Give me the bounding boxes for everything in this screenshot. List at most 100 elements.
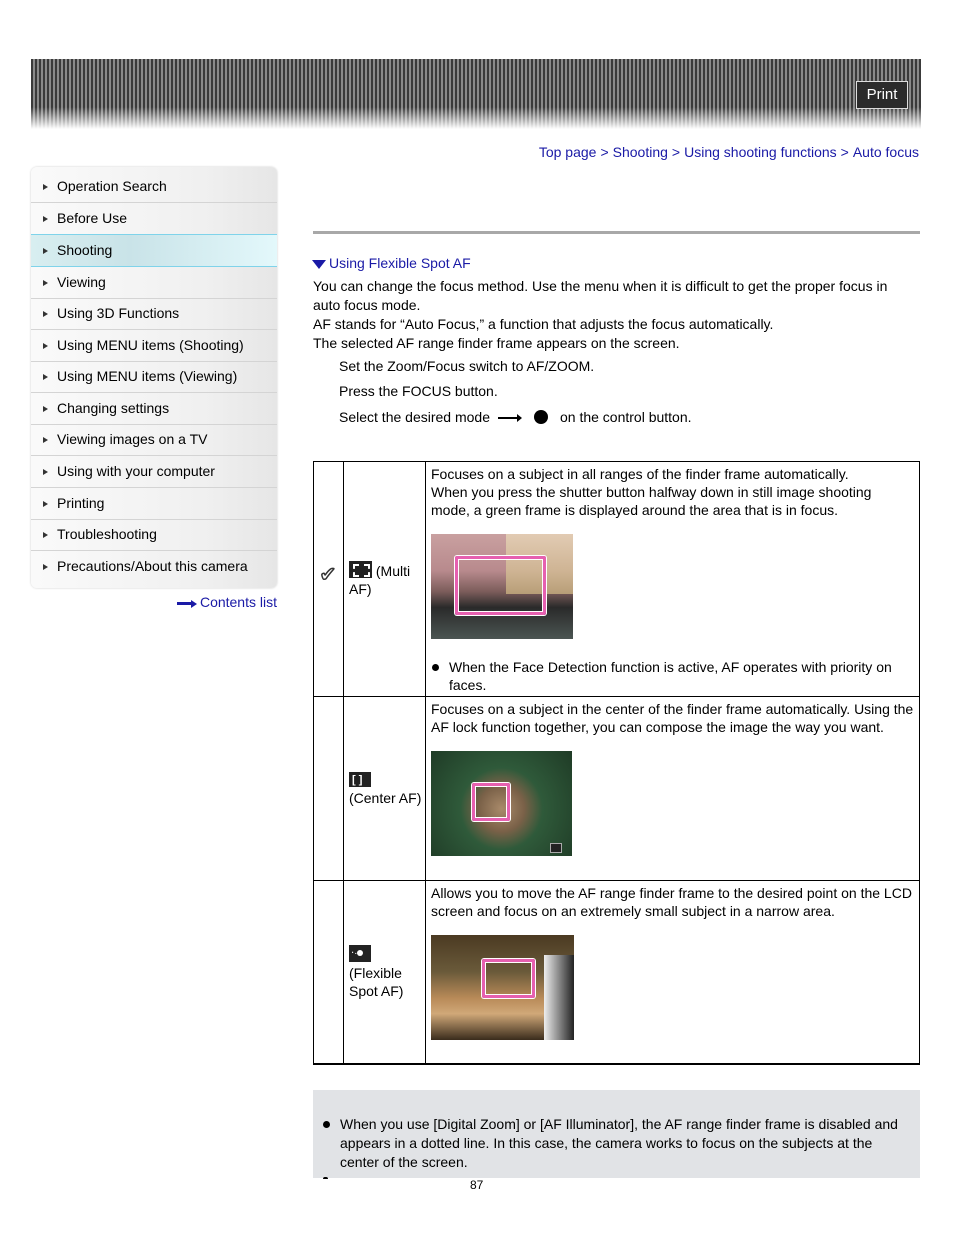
mode-description-cell: Focuses on a subject in all ranges of th…	[425, 461, 920, 697]
center-af-example-image	[431, 751, 572, 856]
mode-name: (Center AF)	[349, 789, 422, 806]
arrow-right-icon	[497, 414, 522, 423]
breadcrumb-using-shooting-functions[interactable]: Using shooting functions	[684, 144, 837, 160]
multi-af-icon	[349, 560, 372, 578]
triangle-right-icon	[43, 280, 48, 286]
intro-paragraph: The selected AF range finder frame appea…	[313, 335, 680, 351]
af-frame	[482, 959, 535, 998]
sidebar-item-label: Troubleshooting	[57, 526, 157, 542]
triangle-down-icon	[312, 260, 326, 269]
triangle-right-icon	[43, 469, 48, 475]
mode-name: (Flexible Spot AF)	[349, 964, 404, 999]
sidebar-item-changing-settings[interactable]: Changing settings	[31, 393, 277, 425]
triangle-right-icon	[43, 501, 48, 507]
mode-description-cell: Allows you to move the AF range finder f…	[425, 880, 920, 1065]
sidebar-item-3d-functions[interactable]: Using 3D Functions	[31, 298, 277, 330]
mode-name-cell: (Multi AF)	[343, 461, 426, 697]
control-button-center-icon	[533, 410, 548, 424]
breadcrumb-top-page[interactable]: Top page	[539, 144, 597, 160]
sidebar-item-label: Using with your computer	[57, 463, 215, 479]
section-link-label: Using Flexible Spot AF	[329, 255, 471, 271]
mode-name-cell: (Flexible Spot AF)	[343, 880, 426, 1065]
sidebar-item-label: Printing	[57, 495, 105, 511]
title-divider	[313, 231, 920, 234]
default-marker-cell	[313, 696, 344, 881]
flexible-spot-af-example-image	[431, 935, 574, 1040]
sidebar-item-label: Shooting	[57, 242, 113, 258]
sidebar-item-label: Viewing images on a TV	[57, 431, 208, 447]
sidebar-item-label: Changing settings	[57, 400, 170, 416]
sidebar-item-printing[interactable]: Printing	[31, 488, 277, 520]
sidebar-item-viewing[interactable]: Viewing	[31, 267, 277, 299]
focus-modes-table: (Multi AF) Focuses on a subject in all r…	[313, 461, 920, 1065]
mode-description: Allows you to move the AF range finder f…	[431, 885, 912, 919]
sidebar-item-menu-shooting[interactable]: Using MENU items (Shooting)	[31, 330, 277, 362]
sidebar-item-label: Viewing	[57, 274, 106, 290]
multi-af-example-image	[431, 534, 573, 639]
mode-description: Focuses on a subject in the center of th…	[431, 701, 914, 735]
notes-box: When you use [Digital Zoom] or [AF Illum…	[313, 1090, 920, 1179]
mode-name-cell: (Center AF)	[343, 696, 426, 881]
triangle-right-icon	[43, 374, 48, 380]
sidebar-item-shooting[interactable]: Shooting	[31, 234, 277, 267]
triangle-right-icon	[43, 216, 48, 222]
step-3: Select the desired mode on the control bu…	[339, 409, 692, 425]
sidebar-item-label: Before Use	[57, 210, 128, 226]
sidebar-item-troubleshooting[interactable]: Troubleshooting	[31, 519, 277, 551]
triangle-right-icon	[43, 564, 48, 570]
sidebar-item-operation-search[interactable]: Operation Search	[31, 171, 277, 203]
triangle-right-icon	[43, 248, 48, 254]
triangle-right-icon	[43, 184, 48, 190]
intro-paragraph: AF stands for “Auto Focus,” a function t…	[313, 316, 774, 332]
breadcrumb-separator: >	[840, 144, 849, 160]
triangle-right-icon	[43, 406, 48, 412]
table-row: (Multi AF) Focuses on a subject in all r…	[313, 461, 920, 697]
sidebar-nav: Operation Search Before Use Shooting Vie…	[31, 167, 277, 588]
sidebar-item-computer[interactable]: Using with your computer	[31, 456, 277, 488]
breadcrumb-auto-focus[interactable]: Auto focus	[853, 144, 919, 160]
sidebar-item-label: Precautions/About this camera	[57, 558, 248, 574]
sidebar-item-menu-viewing[interactable]: Using MENU items (Viewing)	[31, 361, 277, 393]
sidebar-item-precautions[interactable]: Precautions/About this camera	[31, 551, 277, 582]
arrow-right-icon	[176, 600, 197, 609]
mode-description-cell: Focuses on a subject in the center of th…	[425, 696, 920, 881]
sidebar-item-before-use[interactable]: Before Use	[31, 203, 277, 235]
header-banner	[31, 59, 921, 129]
intro-text: You can change the focus method. Use the…	[313, 277, 913, 353]
breadcrumb-separator: >	[671, 144, 681, 160]
mode-description: When you press the shutter button halfwa…	[431, 484, 872, 518]
checkmark-icon	[320, 566, 338, 584]
breadcrumb: Top page > Shooting > Using shooting functio…	[539, 144, 919, 160]
using-flexible-spot-af-link[interactable]: Using Flexible Spot AF	[312, 255, 471, 271]
step-3-text: Select the desired mode	[339, 409, 490, 425]
table-row: (Center AF) Focuses on a subject in the …	[313, 696, 920, 881]
triangle-right-icon	[43, 532, 48, 538]
mode-description: Focuses on a subject in all ranges of th…	[431, 466, 849, 482]
page-number: 87	[470, 1178, 484, 1192]
sidebar-item-label: Using MENU items (Shooting)	[57, 337, 244, 353]
sidebar-item-label: Operation Search	[57, 178, 167, 194]
print-button[interactable]: Print	[856, 81, 908, 109]
bullet-icon	[323, 1177, 328, 1179]
triangle-right-icon	[43, 343, 48, 349]
default-marker-cell	[313, 461, 344, 697]
note-item: When you use [Digital Zoom] or [AF Illum…	[323, 1115, 915, 1172]
af-frame	[455, 556, 546, 615]
sidebar-item-label: Using 3D Functions	[57, 305, 180, 321]
af-frame	[472, 783, 510, 821]
breadcrumb-separator: >	[600, 144, 609, 160]
default-marker-cell	[313, 880, 344, 1065]
flexible-spot-af-icon	[349, 944, 371, 963]
intro-paragraph: You can change the focus method. Use the…	[313, 278, 888, 313]
sidebar-item-label: Using MENU items (Viewing)	[57, 368, 238, 384]
contents-list-link[interactable]: Contents list	[176, 594, 277, 610]
sidebar-item-viewing-on-tv[interactable]: Viewing images on a TV	[31, 424, 277, 456]
mode-note: When the Face Detection function is acti…	[431, 658, 914, 694]
triangle-right-icon	[43, 311, 48, 317]
step-2: Press the FOCUS button.	[339, 383, 498, 399]
step-3-text: on the control button.	[559, 409, 692, 425]
breadcrumb-shooting[interactable]: Shooting	[613, 144, 668, 160]
step-1: Set the Zoom/Focus switch to AF/ZOOM.	[339, 358, 595, 374]
center-af-badge-icon	[550, 843, 562, 853]
contents-list-label: Contents list	[199, 594, 277, 610]
